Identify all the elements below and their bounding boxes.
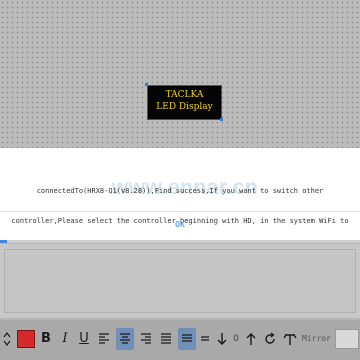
font-color-swatch[interactable] xyxy=(17,330,35,348)
text-editor-area[interactable] xyxy=(0,244,360,318)
led-display-preview[interactable]: TACLKA LED Display xyxy=(147,85,222,120)
arrow-up-icon[interactable] xyxy=(244,328,258,350)
text-input-box[interactable] xyxy=(4,249,356,313)
format-toolbar: B I U 0 Mirror xyxy=(0,320,360,360)
dialog-message-line-1: connectedTo(HRX8-Q1(v8.28)),Find success… xyxy=(36,187,324,195)
progress-fill xyxy=(0,240,8,243)
resize-handle-bottom-right[interactable] xyxy=(220,118,223,121)
zero-value: 0 xyxy=(233,334,239,344)
progress-bar xyxy=(0,240,360,243)
dialog-divider xyxy=(0,211,360,212)
align-middle-icon[interactable] xyxy=(178,328,196,350)
led-line-2: LED Display xyxy=(156,102,213,112)
spacing-icon[interactable] xyxy=(198,328,212,350)
align-right-icon[interactable] xyxy=(138,328,154,350)
mirror-toggle[interactable] xyxy=(335,329,359,349)
alert-dialog: www.ennar.cn connectedTo(HRX8-Q1(v8.28))… xyxy=(0,148,360,255)
bold-button[interactable]: B xyxy=(38,328,54,350)
stepper-arrows-icon[interactable] xyxy=(2,328,12,350)
align-center-icon[interactable] xyxy=(116,328,134,350)
ok-button[interactable]: OK xyxy=(140,214,220,236)
mirror-label: Mirror xyxy=(302,334,331,343)
resize-handle-top-left[interactable] xyxy=(145,83,148,86)
align-left-icon[interactable] xyxy=(96,328,112,350)
led-line-1: TACLKA xyxy=(165,90,204,100)
underline-button[interactable]: U xyxy=(76,328,92,350)
italic-button[interactable]: I xyxy=(58,328,72,350)
text-format-icon[interactable] xyxy=(282,328,298,350)
rotate-icon[interactable] xyxy=(262,328,278,350)
align-justify-icon[interactable] xyxy=(158,328,174,350)
arrow-down-icon[interactable] xyxy=(215,328,229,350)
